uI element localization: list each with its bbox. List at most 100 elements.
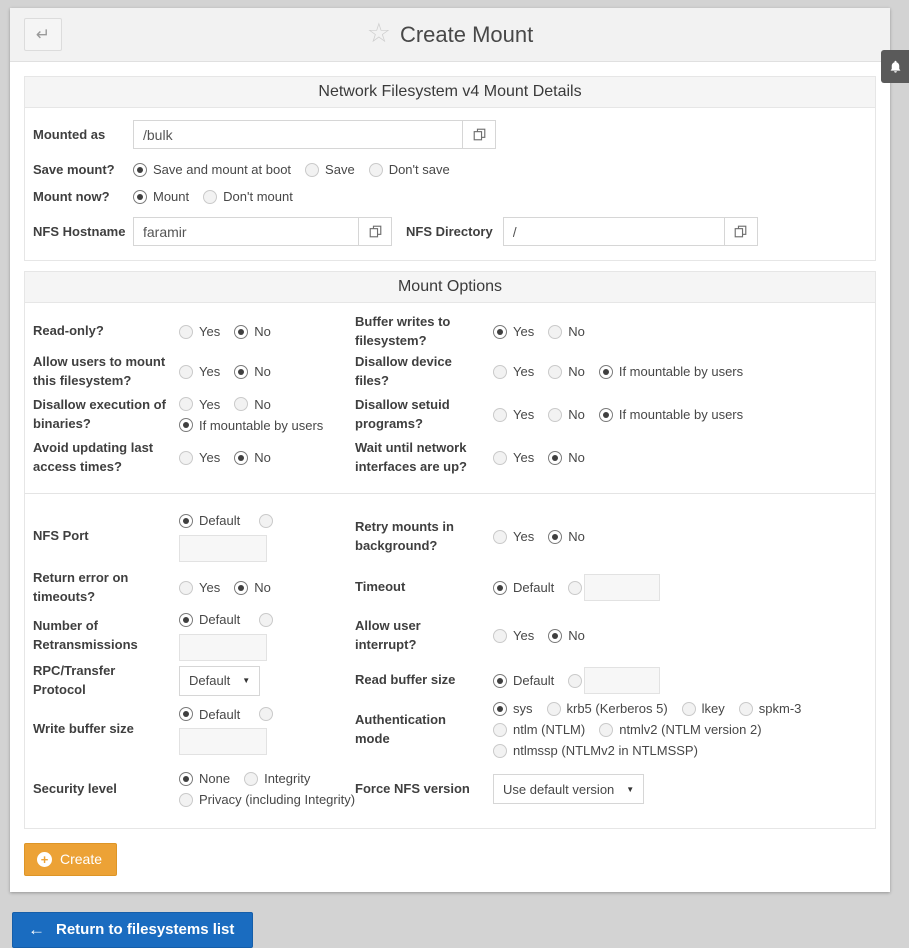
radio-auth-sys[interactable]: sys (493, 699, 533, 718)
allow-users-label: Allow users to mount this filesystem? (33, 353, 179, 391)
radio-allow-users-no[interactable]: No (234, 362, 271, 381)
radio-readbuf-default[interactable]: Default (493, 671, 554, 690)
radio-security-integrity[interactable]: Integrity (244, 769, 310, 788)
radio-auth-spkm3[interactable]: spkm-3 (739, 699, 802, 718)
radio-readbuf-custom[interactable] (568, 674, 582, 688)
avoid-atime-control: Yes No (179, 448, 355, 467)
file-chooser-icon (473, 128, 486, 141)
radio-auth-ntlm[interactable]: ntlm (NTLM) (493, 720, 585, 739)
page-header: ↵ ☆ Create Mount (10, 8, 890, 62)
page-content: Network Filesystem v4 Mount Details Moun… (10, 62, 890, 892)
radio-setuid-no[interactable]: No (548, 405, 585, 424)
radio-atime-no[interactable]: No (234, 448, 271, 467)
radio-timeout-default[interactable]: Default (493, 578, 554, 597)
options-row-5: NFS Port Default Retry mounts in backgro… (25, 508, 875, 566)
read-buffer-label: Read buffer size (355, 671, 493, 690)
radio-readonly-yes[interactable]: Yes (179, 322, 220, 341)
timeout-label: Timeout (355, 578, 493, 597)
save-mount-label: Save mount? (33, 162, 133, 177)
options-row-9: Write buffer size Default Authentication… (25, 699, 875, 760)
favorite-star-icon: ☆ (367, 20, 391, 47)
retransmissions-input-disabled (179, 634, 267, 661)
buffer-writes-control: Yes No (493, 322, 867, 341)
avoid-atime-label: Avoid updating last access times? (33, 439, 179, 477)
radio-exec-yes[interactable]: Yes (179, 395, 220, 414)
radio-wait-no[interactable]: No (548, 448, 585, 467)
mounted-as-input[interactable] (133, 120, 463, 149)
return-arrow-icon: ↵ (36, 25, 50, 45)
radio-exec-no[interactable]: No (234, 395, 271, 414)
rpc-protocol-label: RPC/Transfer Protocol (33, 662, 179, 700)
radio-auth-ntlmssp[interactable]: ntlmssp (NTLMv2 in NTLMSSP) (493, 741, 698, 760)
write-buffer-input-disabled (179, 728, 267, 755)
radio-exec-if-mountable[interactable]: If mountable by users (179, 416, 323, 435)
radio-device-yes[interactable]: Yes (493, 362, 534, 381)
radio-save-and-mount-at-boot[interactable]: Save and mount at boot (133, 160, 291, 179)
radio-mount[interactable]: Mount (133, 187, 189, 206)
mounted-as-chooser-button[interactable] (462, 120, 496, 149)
buffer-writes-label: Buffer writes to filesystem? (355, 313, 493, 351)
nfs-directory-chooser-button[interactable] (724, 217, 758, 246)
details-panel-title: Network Filesystem v4 Mount Details (25, 77, 875, 108)
nfs-hostname-chooser-button[interactable] (358, 217, 392, 246)
rpc-protocol-select[interactable]: Default ▼ (179, 666, 260, 696)
wait-network-label: Wait until network interfaces are up? (355, 439, 493, 477)
radio-buffer-yes[interactable]: Yes (493, 322, 534, 341)
radio-interrupt-no[interactable]: No (548, 626, 585, 645)
radio-allow-users-yes[interactable]: Yes (179, 362, 220, 381)
allow-interrupt-control: Yes No (493, 626, 867, 645)
read-buffer-control: Default (493, 667, 867, 694)
radio-wait-yes[interactable]: Yes (493, 448, 534, 467)
write-buffer-label: Write buffer size (33, 720, 179, 739)
radio-timeout-err-no[interactable]: No (234, 578, 271, 597)
radio-timeout-custom[interactable] (568, 581, 582, 595)
radio-auth-krb5[interactable]: krb5 (Kerberos 5) (547, 699, 668, 718)
radio-security-privacy[interactable]: Privacy (including Integrity) (179, 790, 355, 809)
radio-device-if-mountable[interactable]: If mountable by users (599, 362, 743, 381)
radio-timeout-err-yes[interactable]: Yes (179, 578, 220, 597)
mount-now-label: Mount now? (33, 189, 133, 204)
radio-buffer-no[interactable]: No (548, 322, 585, 341)
radio-retry-no[interactable]: No (548, 527, 585, 546)
force-nfs-version-select[interactable]: Use default version ▼ (493, 774, 644, 804)
notifications-bell-tab[interactable] (881, 50, 909, 83)
radio-device-no[interactable]: No (548, 362, 585, 381)
radio-dont-save[interactable]: Don't save (369, 160, 450, 179)
retransmissions-label: Number of Retransmissions (33, 617, 179, 655)
radio-interrupt-yes[interactable]: Yes (493, 626, 534, 645)
radio-setuid-yes[interactable]: Yes (493, 405, 534, 424)
radio-port-custom[interactable] (259, 514, 273, 528)
radio-auth-lkey[interactable]: lkey (682, 699, 725, 718)
radio-readonly-no[interactable]: No (234, 322, 271, 341)
radio-retrans-custom[interactable] (259, 613, 273, 627)
radio-save[interactable]: Save (305, 160, 355, 179)
return-to-filesystems-button[interactable]: ← Return to filesystems list (12, 912, 253, 948)
radio-atime-yes[interactable]: Yes (179, 448, 220, 467)
allow-users-control: Yes No (179, 362, 355, 381)
retry-bg-control: Yes No (493, 527, 867, 546)
read-only-control: Yes No (179, 322, 355, 341)
radio-dont-mount[interactable]: Don't mount (203, 187, 293, 206)
radio-auth-ntmlv2[interactable]: ntmlv2 (NTLM version 2) (599, 720, 761, 739)
create-button[interactable]: + Create (24, 843, 117, 876)
nfs-port-control: Default (179, 511, 355, 562)
retry-bg-label: Retry mounts in background? (355, 518, 493, 556)
disallow-setuid-control: Yes No If mountable by users (493, 405, 867, 424)
radio-retrans-default[interactable]: Default (179, 610, 240, 629)
radio-port-default[interactable]: Default (179, 511, 240, 530)
radio-writebuf-default[interactable]: Default (179, 705, 240, 724)
radio-security-none[interactable]: None (179, 769, 230, 788)
nfs-hostname-input[interactable] (133, 217, 359, 246)
page-title: Create Mount (400, 22, 533, 48)
chevron-down-icon: ▼ (626, 785, 634, 794)
read-only-label: Read-only? (33, 322, 179, 341)
radio-setuid-if-mountable[interactable]: If mountable by users (599, 405, 743, 424)
disallow-device-control: Yes No If mountable by users (493, 362, 867, 381)
nfs-directory-input[interactable] (503, 217, 725, 246)
options-row-3: Disallow execution of binaries? Yes No I… (25, 393, 875, 437)
chevron-down-icon: ▼ (242, 676, 250, 685)
radio-retry-yes[interactable]: Yes (493, 527, 534, 546)
options-row-2: Allow users to mount this filesystem? Ye… (25, 351, 875, 393)
radio-writebuf-custom[interactable] (259, 707, 273, 721)
back-button[interactable]: ↵ (24, 18, 62, 51)
